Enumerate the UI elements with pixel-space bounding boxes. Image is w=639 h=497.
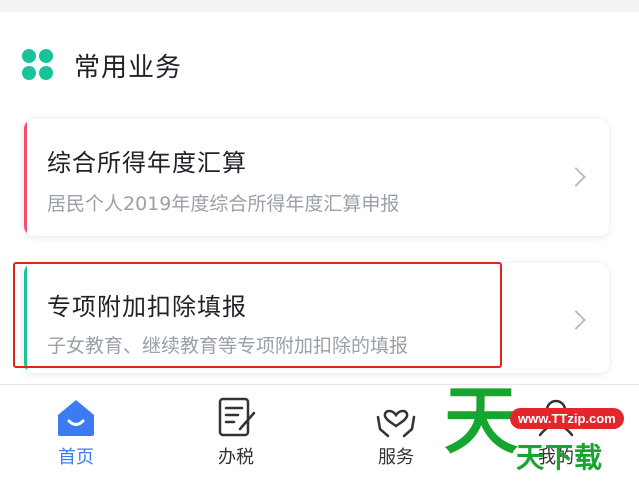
chevron-right-icon <box>566 167 586 187</box>
watermark-logo: 天 www.TTzip.com 天下载 <box>444 384 634 474</box>
watermark-text: 天下载 <box>516 441 604 474</box>
section-header: 常用业务 <box>22 40 182 90</box>
heart-hands-icon <box>376 409 416 438</box>
card-accent-bar <box>24 119 27 236</box>
tab-label: 办税 <box>218 447 254 468</box>
tab-home[interactable]: 首页 <box>31 395 121 469</box>
watermark-big-char: 天 <box>444 378 518 464</box>
tab-label: 首页 <box>58 447 94 468</box>
tab-service[interactable]: 服务 <box>351 395 441 469</box>
four-dot-grid-icon <box>22 49 54 81</box>
watermark-url: www.TTzip.com <box>510 408 624 429</box>
highlight-box <box>13 262 502 368</box>
card-title: 综合所得年度汇算 <box>47 149 247 177</box>
chevron-right-icon <box>566 310 586 330</box>
section-title: 常用业务 <box>74 52 183 83</box>
tab-tax[interactable]: 办税 <box>191 395 281 469</box>
annual-settlement-card[interactable]: 综合所得年度汇算 居民个人2019年度综合所得年度汇算申报 <box>24 119 609 236</box>
tab-label: 服务 <box>378 447 414 468</box>
top-strip <box>0 0 639 12</box>
document-edit-icon <box>218 397 256 437</box>
home-icon <box>58 400 94 436</box>
card-subtitle: 居民个人2019年度综合所得年度汇算申报 <box>47 193 400 215</box>
